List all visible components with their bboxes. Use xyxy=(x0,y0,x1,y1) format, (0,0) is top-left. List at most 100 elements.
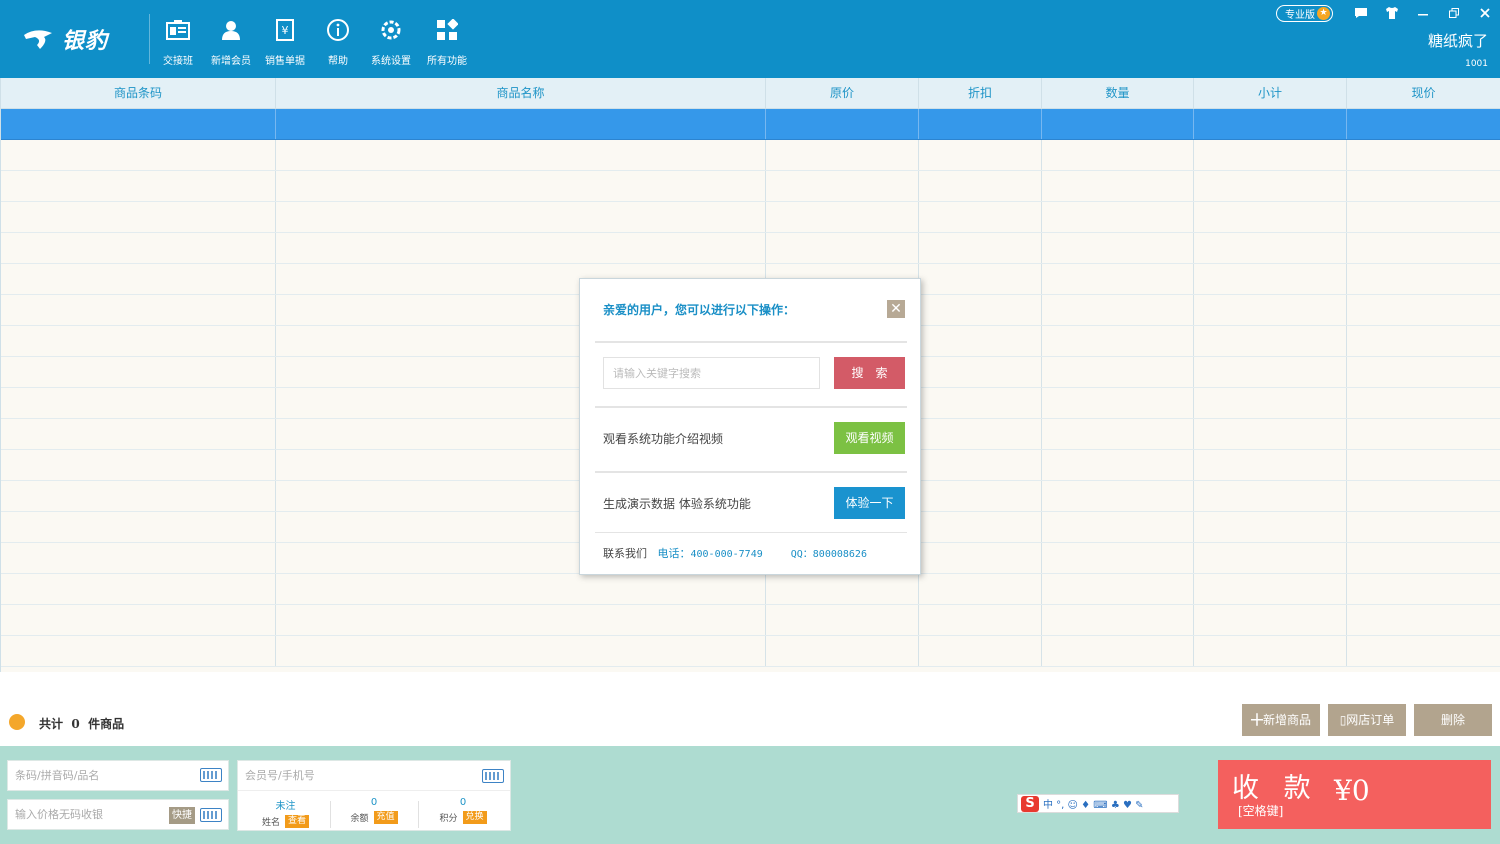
table-cell[interactable] xyxy=(1,171,276,201)
table-cell[interactable] xyxy=(1042,574,1194,604)
member-search-input[interactable]: 会员号/手机号 xyxy=(238,761,510,791)
table-cell[interactable] xyxy=(766,233,919,263)
table-cell[interactable] xyxy=(276,636,766,666)
table-cell[interactable] xyxy=(1,357,276,387)
table-cell[interactable] xyxy=(919,605,1042,635)
table-cell[interactable] xyxy=(1347,512,1500,542)
table-cell[interactable] xyxy=(1194,264,1347,294)
table-cell[interactable] xyxy=(766,171,919,201)
table-cell[interactable] xyxy=(919,636,1042,666)
dialog-close-button[interactable]: ✕ xyxy=(887,300,905,318)
redeem-button[interactable]: 兑换 xyxy=(462,811,487,824)
table-cell[interactable] xyxy=(1,202,276,232)
toolbar-shift-handover[interactable]: 交接班 xyxy=(150,16,206,67)
table-cell[interactable] xyxy=(919,264,1042,294)
table-cell[interactable] xyxy=(1194,140,1347,170)
table-cell[interactable] xyxy=(1194,419,1347,449)
table-row[interactable] xyxy=(1,574,1500,605)
table-cell[interactable] xyxy=(919,512,1042,542)
table-cell[interactable] xyxy=(1194,481,1347,511)
table-cell[interactable] xyxy=(1347,481,1500,511)
table-cell[interactable] xyxy=(1347,419,1500,449)
table-cell[interactable] xyxy=(919,233,1042,263)
table-row[interactable] xyxy=(1,171,1500,202)
table-cell[interactable] xyxy=(1,140,276,170)
table-cell[interactable] xyxy=(1347,109,1500,139)
table-cell[interactable] xyxy=(919,109,1042,139)
table-cell[interactable] xyxy=(1347,357,1500,387)
barcode-input[interactable]: 条码/拼音码/品名 xyxy=(7,760,229,791)
add-product-button[interactable]: ╋新增商品 xyxy=(1242,704,1320,736)
table-cell[interactable] xyxy=(1,326,276,356)
table-cell[interactable] xyxy=(276,202,766,232)
recharge-button[interactable]: 充值 xyxy=(373,811,398,824)
table-cell[interactable] xyxy=(1347,574,1500,604)
table-cell[interactable] xyxy=(1042,605,1194,635)
table-cell[interactable] xyxy=(1347,636,1500,666)
table-cell[interactable] xyxy=(1194,450,1347,480)
table-cell[interactable] xyxy=(276,574,766,604)
toolbar-all-functions[interactable]: 所有功能 xyxy=(419,16,475,67)
table-cell[interactable] xyxy=(919,450,1042,480)
table-cell[interactable] xyxy=(1347,171,1500,201)
watch-video-button[interactable]: 观看视频 xyxy=(834,422,905,454)
table-cell[interactable] xyxy=(1194,512,1347,542)
table-cell[interactable] xyxy=(1194,202,1347,232)
table-cell[interactable] xyxy=(1347,326,1500,356)
table-cell[interactable] xyxy=(1194,388,1347,418)
message-button[interactable] xyxy=(1345,3,1376,23)
table-row[interactable] xyxy=(1,202,1500,233)
table-cell[interactable] xyxy=(766,605,919,635)
column-header[interactable]: 小计 xyxy=(1194,78,1347,109)
table-cell[interactable] xyxy=(766,636,919,666)
table-cell[interactable] xyxy=(1,233,276,263)
table-cell[interactable] xyxy=(276,171,766,201)
table-cell[interactable] xyxy=(276,233,766,263)
table-cell[interactable] xyxy=(276,109,766,139)
table-cell[interactable] xyxy=(1042,295,1194,325)
column-header[interactable]: 商品条码 xyxy=(1,78,276,109)
restore-button[interactable] xyxy=(1438,3,1469,23)
table-cell[interactable] xyxy=(1042,109,1194,139)
table-cell[interactable] xyxy=(276,140,766,170)
table-cell[interactable] xyxy=(1194,636,1347,666)
table-cell[interactable] xyxy=(1042,450,1194,480)
table-cell[interactable] xyxy=(1,574,276,604)
table-cell[interactable] xyxy=(766,202,919,232)
table-cell[interactable] xyxy=(1042,233,1194,263)
try-demo-button[interactable]: 体验一下 xyxy=(834,487,905,519)
table-cell[interactable] xyxy=(1347,202,1500,232)
table-cell[interactable] xyxy=(1,419,276,449)
table-row[interactable] xyxy=(1,636,1500,667)
table-cell[interactable] xyxy=(1042,140,1194,170)
table-cell[interactable] xyxy=(1042,202,1194,232)
table-cell[interactable] xyxy=(1042,481,1194,511)
table-cell[interactable] xyxy=(1,388,276,418)
table-cell[interactable] xyxy=(1042,326,1194,356)
close-button[interactable] xyxy=(1469,3,1500,23)
table-cell[interactable] xyxy=(276,605,766,635)
keyboard-icon[interactable] xyxy=(200,808,222,822)
table-cell[interactable] xyxy=(766,109,919,139)
table-cell[interactable] xyxy=(1194,171,1347,201)
dialog-search-input[interactable] xyxy=(603,357,820,389)
minimize-button[interactable] xyxy=(1407,3,1438,23)
table-cell[interactable] xyxy=(919,357,1042,387)
table-cell[interactable] xyxy=(1347,264,1500,294)
table-cell[interactable] xyxy=(1347,450,1500,480)
quick-button[interactable]: 快捷 xyxy=(169,807,195,824)
table-cell[interactable] xyxy=(1042,543,1194,573)
table-cell[interactable] xyxy=(1042,512,1194,542)
toolbar-help[interactable]: 帮助 xyxy=(310,16,366,67)
edition-badge[interactable]: 专业版 ★ xyxy=(1276,4,1333,22)
table-cell[interactable] xyxy=(919,326,1042,356)
table-cell[interactable] xyxy=(919,171,1042,201)
delete-button[interactable]: 删除 xyxy=(1414,704,1492,736)
toolbar-add-member[interactable]: 新增会员 xyxy=(203,16,259,67)
table-cell[interactable] xyxy=(1194,357,1347,387)
checkout-pay-button[interactable]: 收 款 [空格键] ¥0 xyxy=(1218,760,1491,829)
ime-toolbar[interactable]: S 中 °, ☺ ♦ ⌨ ♣ ♥ ✎ xyxy=(1017,794,1179,813)
table-cell[interactable] xyxy=(919,574,1042,604)
table-cell[interactable] xyxy=(1042,388,1194,418)
table-row[interactable] xyxy=(1,140,1500,171)
